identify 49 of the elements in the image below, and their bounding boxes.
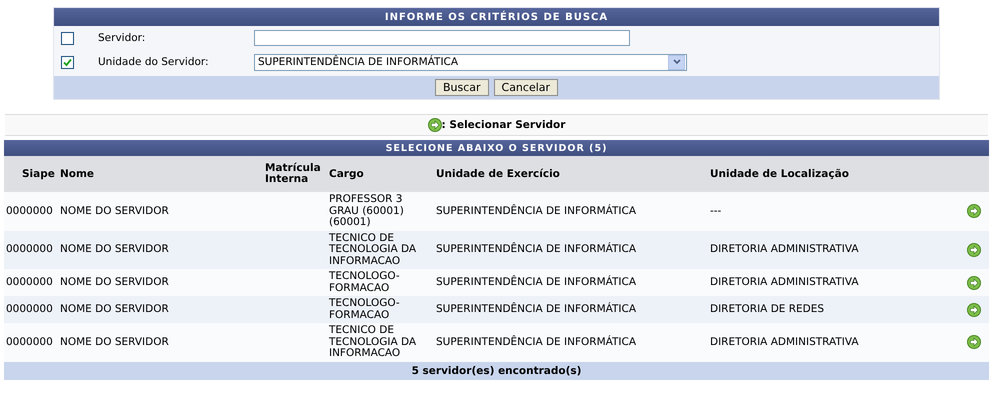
form-button[interactable]: Buscar — [434, 79, 489, 96]
legend-label: : Selecionar Servidor — [442, 119, 566, 131]
table-cell: 0000000 — [4, 192, 58, 230]
table-cell: SUPERINTENDÊNCIA DE INFORMÁTICA — [434, 192, 708, 230]
table-cell: NOME DO SERVIDOR — [58, 269, 263, 296]
field-label: Servidor: — [98, 32, 146, 44]
table-cell: SUPERINTENDÊNCIA DE INFORMÁTICA — [434, 230, 708, 269]
table-cell: SUPERINTENDÊNCIA DE INFORMÁTICA — [434, 296, 708, 323]
table-cell: NOME DO SERVIDOR — [58, 230, 263, 269]
table-cell: PROFESSOR 3 GRAU (60001) (60001) — [326, 192, 434, 230]
table-cell: 0000000 — [4, 269, 58, 296]
table-cell: SUPERINTENDÊNCIA DE INFORMÁTICA — [434, 269, 708, 296]
table-cell: --- — [708, 192, 958, 230]
form-button[interactable]: Cancelar — [494, 79, 558, 96]
table-cell: TECNOLOGO-FORMACAO — [326, 296, 434, 323]
table-cell: DIRETORIA ADMINISTRATIVA — [708, 269, 958, 296]
select-icon[interactable] — [967, 276, 982, 290]
column-header: Nome — [58, 156, 263, 192]
table-cell: DIRETORIA ADMINISTRATIVA — [708, 230, 958, 269]
table-cell: TECNICO DE TECNOLOGIA DA INFORMACAO — [326, 230, 434, 269]
table-cell: 0000000 — [4, 323, 58, 362]
table-cell: TECNICO DE TECNOLOGIA DA INFORMACAO — [326, 323, 434, 362]
table-cell: SUPERINTENDÊNCIA DE INFORMÁTICA — [434, 323, 708, 362]
panel-title: INFORME OS CRITÉRIOS DE BUSCA — [54, 8, 939, 26]
arrow-icon — [428, 118, 442, 132]
checkbox[interactable] — [61, 32, 74, 44]
select-icon[interactable] — [967, 204, 982, 218]
column-header: Unidade de Exercício — [434, 156, 708, 192]
column-header: Matrícula Interna — [262, 156, 327, 192]
select-icon[interactable] — [967, 302, 982, 316]
table-title: SELECIONE ABAIXO O SERVIDOR (5) — [4, 140, 990, 156]
table-cell: NOME DO SERVIDOR — [58, 323, 263, 362]
table-cell: 0000000 — [4, 230, 58, 269]
checkbox[interactable] — [61, 56, 74, 68]
column-header: Unidade de Localização — [708, 156, 958, 192]
dropdown[interactable]: SUPERINTENDÊNCIA DE INFORMÁTICA — [254, 54, 687, 70]
table-cell: DIRETORIA DE REDES — [708, 296, 958, 323]
table-cell: NOME DO SERVIDOR — [58, 192, 263, 230]
input-field[interactable] — [254, 30, 630, 46]
select-icon[interactable] — [967, 335, 982, 350]
table-cell: TECNOLOGO-FORMACAO — [326, 269, 434, 296]
table-footer: 5 servidor(es) encontrado(s) — [4, 362, 990, 380]
table-cell: DIRETORIA ADMINISTRATIVA — [708, 323, 958, 362]
column-header: Cargo — [326, 156, 434, 192]
column-header: Siape — [4, 156, 58, 192]
table-cell: NOME DO SERVIDOR — [58, 296, 263, 323]
table-cell: 0000000 — [4, 296, 58, 323]
select-icon[interactable] — [967, 242, 982, 257]
field-label: Unidade do Servidor: — [98, 56, 210, 68]
